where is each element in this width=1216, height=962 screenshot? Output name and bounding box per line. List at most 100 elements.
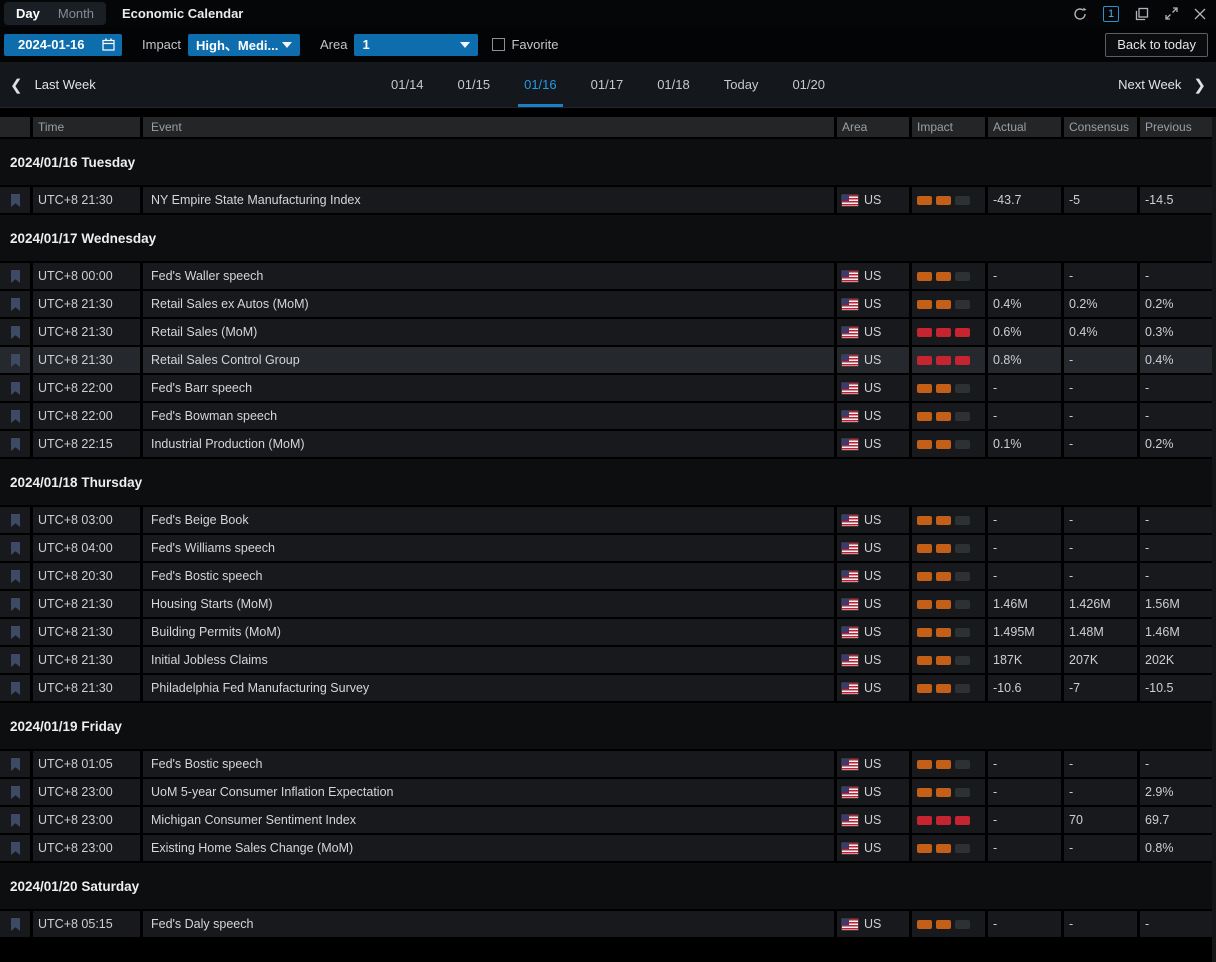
- table-row[interactable]: UTC+8 20:30Fed's Bostic speechUS---: [0, 563, 1212, 589]
- bookmark-icon[interactable]: [10, 654, 21, 667]
- week-day-item[interactable]: 01/18: [651, 62, 696, 107]
- column-header: Previous: [1140, 117, 1212, 137]
- bookmark-cell: [0, 263, 30, 289]
- panel-count-badge[interactable]: 1: [1103, 6, 1119, 22]
- area-cell: US: [837, 263, 909, 289]
- consensus-cell: 1.426M: [1064, 591, 1137, 617]
- time-cell: UTC+8 22:00: [33, 403, 140, 429]
- impact-cell: [912, 647, 985, 673]
- bookmark-icon[interactable]: [10, 598, 21, 611]
- table-row[interactable]: UTC+8 00:00Fed's Waller speechUS---: [0, 263, 1212, 289]
- bookmark-icon[interactable]: [10, 194, 21, 207]
- area-cell: US: [837, 291, 909, 317]
- table-row[interactable]: UTC+8 21:30Retail Sales Control GroupUS0…: [0, 347, 1212, 373]
- bookmark-icon[interactable]: [10, 758, 21, 771]
- impact-segment: [917, 760, 932, 769]
- time-cell: UTC+8 03:00: [33, 507, 140, 533]
- bookmark-icon[interactable]: [10, 410, 21, 423]
- bookmark-icon[interactable]: [10, 298, 21, 311]
- bookmark-icon[interactable]: [10, 842, 21, 855]
- column-header: Time: [33, 117, 140, 137]
- last-week-button[interactable]: ❮ Last Week: [10, 62, 96, 107]
- table-row[interactable]: UTC+8 03:00Fed's Beige BookUS---: [0, 507, 1212, 533]
- table-row[interactable]: UTC+8 21:30NY Empire State Manufacturing…: [0, 187, 1212, 213]
- table-row[interactable]: UTC+8 04:00Fed's Williams speechUS---: [0, 535, 1212, 561]
- table-row[interactable]: UTC+8 21:30Building Permits (MoM)US1.495…: [0, 619, 1212, 645]
- scrollbar[interactable]: [1212, 117, 1216, 962]
- consensus-cell: 1.48M: [1064, 619, 1137, 645]
- previous-cell: -14.5: [1140, 187, 1212, 213]
- refresh-icon[interactable]: [1073, 7, 1087, 21]
- bookmark-cell: [0, 619, 30, 645]
- week-day-item[interactable]: 01/15: [452, 62, 497, 107]
- expand-icon[interactable]: [1165, 7, 1178, 20]
- table-row[interactable]: UTC+8 22:15Industrial Production (MoM)US…: [0, 431, 1212, 457]
- impact-segment: [955, 816, 970, 825]
- us-flag-icon: [842, 439, 858, 450]
- table-row[interactable]: UTC+8 22:00Fed's Bowman speechUS---: [0, 403, 1212, 429]
- table-row[interactable]: UTC+8 05:15Fed's Daly speechUS---: [0, 911, 1212, 937]
- favorite-filter[interactable]: Favorite: [492, 37, 558, 52]
- table-row[interactable]: UTC+8 21:30Initial Jobless ClaimsUS187K2…: [0, 647, 1212, 673]
- week-day-item[interactable]: Today: [718, 62, 765, 107]
- table-row[interactable]: UTC+8 21:30Philadelphia Fed Manufacturin…: [0, 675, 1212, 701]
- tab-month[interactable]: Month: [58, 6, 94, 21]
- table-row[interactable]: UTC+8 21:30Retail Sales (MoM)US0.6%0.4%0…: [0, 319, 1212, 345]
- impact-segment: [955, 844, 970, 853]
- table-row[interactable]: UTC+8 01:05Fed's Bostic speechUS---: [0, 751, 1212, 777]
- us-flag-icon: [842, 355, 858, 366]
- date-picker[interactable]: 2024-01-16: [4, 34, 122, 56]
- bookmark-icon[interactable]: [10, 786, 21, 799]
- previous-cell: -10.5: [1140, 675, 1212, 701]
- us-flag-icon: [842, 299, 858, 310]
- table-row[interactable]: UTC+8 23:00Michigan Consumer Sentiment I…: [0, 807, 1212, 833]
- bookmark-icon[interactable]: [10, 542, 21, 555]
- favorite-checkbox[interactable]: [492, 38, 505, 51]
- us-flag-icon: [842, 383, 858, 394]
- bookmark-icon[interactable]: [10, 382, 21, 395]
- date-value: 2024-01-16: [18, 37, 85, 52]
- us-flag-icon: [842, 271, 858, 282]
- table-row[interactable]: UTC+8 21:30Housing Starts (MoM)US1.46M1.…: [0, 591, 1212, 617]
- bookmark-icon[interactable]: [10, 354, 21, 367]
- bookmark-icon[interactable]: [10, 682, 21, 695]
- impact-select[interactable]: High、Medi...: [188, 34, 300, 56]
- chevron-down-icon: [282, 42, 292, 48]
- table-row[interactable]: UTC+8 23:00Existing Home Sales Change (M…: [0, 835, 1212, 861]
- event-cell: Existing Home Sales Change (MoM): [143, 835, 834, 861]
- area-select[interactable]: 1: [354, 34, 478, 56]
- bookmark-cell: [0, 507, 30, 533]
- table-row[interactable]: UTC+8 23:00UoM 5-year Consumer Inflation…: [0, 779, 1212, 805]
- tab-day[interactable]: Day: [16, 6, 40, 21]
- time-cell: UTC+8 22:00: [33, 375, 140, 401]
- back-to-today-button[interactable]: Back to today: [1105, 33, 1208, 57]
- bookmark-icon[interactable]: [10, 626, 21, 639]
- area-cell: US: [837, 911, 909, 937]
- bookmark-icon[interactable]: [10, 570, 21, 583]
- impact-cell: [912, 911, 985, 937]
- impact-cell: [912, 619, 985, 645]
- week-day-item[interactable]: 01/17: [585, 62, 630, 107]
- week-day-item[interactable]: 01/14: [385, 62, 430, 107]
- duplicate-window-icon[interactable]: [1135, 7, 1149, 21]
- next-week-button[interactable]: Next Week ❯: [1118, 62, 1206, 107]
- bookmark-icon[interactable]: [10, 514, 21, 527]
- bookmark-icon[interactable]: [10, 270, 21, 283]
- bookmark-icon[interactable]: [10, 918, 21, 931]
- week-day-item[interactable]: 01/16: [518, 62, 563, 107]
- week-day-item[interactable]: 01/20: [786, 62, 831, 107]
- bookmark-icon[interactable]: [10, 814, 21, 827]
- next-week-label: Next Week: [1118, 77, 1181, 92]
- impact-segment: [955, 788, 970, 797]
- impact-segment: [917, 684, 932, 693]
- bookmark-icon[interactable]: [10, 438, 21, 451]
- bookmark-icon[interactable]: [10, 326, 21, 339]
- table-row[interactable]: UTC+8 22:00Fed's Barr speechUS---: [0, 375, 1212, 401]
- impact-segment: [936, 816, 951, 825]
- close-icon[interactable]: [1194, 8, 1206, 20]
- us-flag-icon: [842, 683, 858, 694]
- impact-segment: [917, 544, 932, 553]
- table-row[interactable]: UTC+8 21:30Retail Sales ex Autos (MoM)US…: [0, 291, 1212, 317]
- consensus-cell: -: [1064, 403, 1137, 429]
- event-cell: Industrial Production (MoM): [143, 431, 834, 457]
